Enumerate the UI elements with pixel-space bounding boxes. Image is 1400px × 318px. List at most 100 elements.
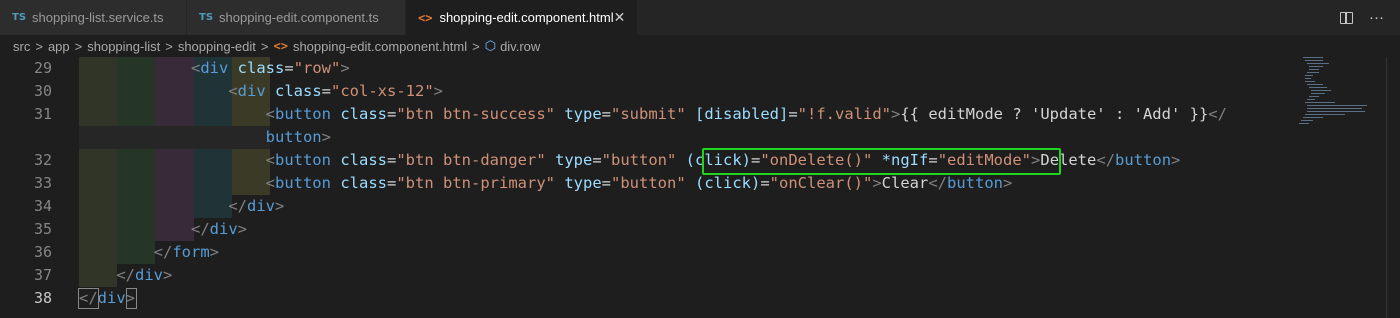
code-token: > xyxy=(163,266,173,284)
minimap-line xyxy=(1307,99,1315,100)
code-token: type xyxy=(555,151,593,169)
minimap-line xyxy=(1305,102,1335,103)
code-token: "!f.valid" xyxy=(797,105,891,123)
code-token: > xyxy=(433,82,444,100)
code-line[interactable]: <div class="col-xs-12"> xyxy=(79,80,443,103)
minimap-line xyxy=(1309,87,1327,88)
code-token: > xyxy=(321,128,331,146)
code-line[interactable]: </div> xyxy=(79,264,172,287)
line-number: 32 xyxy=(33,151,52,169)
code-token: button xyxy=(1115,151,1172,169)
code-token: class xyxy=(237,59,285,77)
minimap-line xyxy=(1307,72,1319,73)
html-file-icon: <> xyxy=(273,39,288,53)
code-token: type xyxy=(564,105,602,123)
editor-tab-bar: TS shopping-list.service.ts TS shopping-… xyxy=(0,0,1400,35)
minimap-line xyxy=(1309,66,1323,67)
code-token: = xyxy=(387,105,397,123)
code-token: div xyxy=(135,266,163,284)
code-line[interactable]: </div> xyxy=(79,195,284,218)
code-token: div xyxy=(237,82,266,100)
breadcrumb-file[interactable]: shopping-edit.component.html xyxy=(293,39,467,54)
line-number: 33 xyxy=(33,174,52,192)
code-token: Clear xyxy=(881,174,929,192)
code-token: class xyxy=(340,174,387,192)
typescript-file-icon: TS xyxy=(199,12,214,23)
code-line[interactable]: button> xyxy=(79,126,331,149)
bracket-match-box xyxy=(78,288,100,309)
line-number: 35 xyxy=(33,220,52,238)
code-token: div xyxy=(246,197,275,215)
vertical-scrollbar[interactable] xyxy=(1386,57,1400,318)
code-token: button xyxy=(274,105,331,123)
code-token: > xyxy=(340,59,350,77)
code-token: = xyxy=(601,105,611,123)
code-token: [disabled] xyxy=(695,105,789,123)
code-token: "button" xyxy=(611,174,686,192)
bracket-match-box xyxy=(125,288,138,309)
breadcrumb-item[interactable]: app xyxy=(48,39,70,54)
breadcrumb-item[interactable]: shopping-edit xyxy=(178,39,256,54)
tab-shopping-edit-component-html[interactable]: <> shopping-edit.component.html ✕ xyxy=(406,0,638,35)
minimap-line xyxy=(1311,93,1325,94)
code-line[interactable]: <div class="row"> xyxy=(79,57,350,80)
code-token: div xyxy=(209,220,238,238)
breadcrumb-item[interactable]: src xyxy=(13,39,30,54)
code-line[interactable]: <button class="btn btn-primary" type="bu… xyxy=(79,172,1013,195)
tab-shopping-list-service[interactable]: TS shopping-list.service.ts xyxy=(0,0,187,35)
code-token: </ xyxy=(153,243,173,261)
breadcrumb-symbol[interactable]: div.row xyxy=(500,39,540,54)
code-token: = xyxy=(284,59,294,77)
code-token: = xyxy=(601,174,611,192)
code-editor[interactable]: 29 <div class="row"> 30 <div class="col-x… xyxy=(0,57,1400,318)
minimap-line xyxy=(1305,114,1345,115)
minimap-line xyxy=(1307,84,1323,85)
minimap-line xyxy=(1309,96,1319,97)
code-token: </ xyxy=(1096,151,1116,169)
code-token: > xyxy=(274,197,285,215)
highlight-box xyxy=(701,148,1061,175)
code-token: = xyxy=(760,174,770,192)
code-token: form xyxy=(172,243,210,261)
code-token: "row" xyxy=(293,59,341,77)
close-icon[interactable]: ✕ xyxy=(614,9,626,26)
tab-shopping-edit-component-ts[interactable]: TS shopping-edit.component.ts xyxy=(187,0,406,35)
chevron-right-icon: > xyxy=(74,38,83,54)
more-actions-icon[interactable]: ··· xyxy=(1369,9,1384,26)
minimap[interactable] xyxy=(1293,57,1385,127)
code-line[interactable]: </form> xyxy=(79,241,219,264)
code-token: "btn btn-danger" xyxy=(396,151,546,169)
code-token: = xyxy=(321,82,332,100)
code-token: div xyxy=(200,59,229,77)
code-token: = xyxy=(387,151,397,169)
minimap-line xyxy=(1301,120,1313,121)
minimap-line xyxy=(1303,57,1323,58)
split-editor-icon[interactable] xyxy=(1340,11,1353,24)
tab-label: shopping-edit.component.html xyxy=(439,10,614,25)
breadcrumb-item[interactable]: shopping-list xyxy=(87,39,160,54)
code-token: </ xyxy=(928,174,948,192)
code-token: class xyxy=(340,105,387,123)
code-line[interactable]: </div> xyxy=(79,218,247,241)
code-token: > xyxy=(237,220,247,238)
code-line[interactable]: <button class="btn btn-success" type="su… xyxy=(79,103,1227,126)
code-token: > xyxy=(872,174,882,192)
code-token: class xyxy=(275,82,322,100)
code-token: </ xyxy=(1208,105,1227,123)
code-token: < xyxy=(265,151,275,169)
minimap-line xyxy=(1309,69,1319,70)
chevron-right-icon: > xyxy=(165,38,173,54)
code-token: "btn btn-success" xyxy=(396,105,555,123)
minimap-line xyxy=(1305,78,1311,79)
